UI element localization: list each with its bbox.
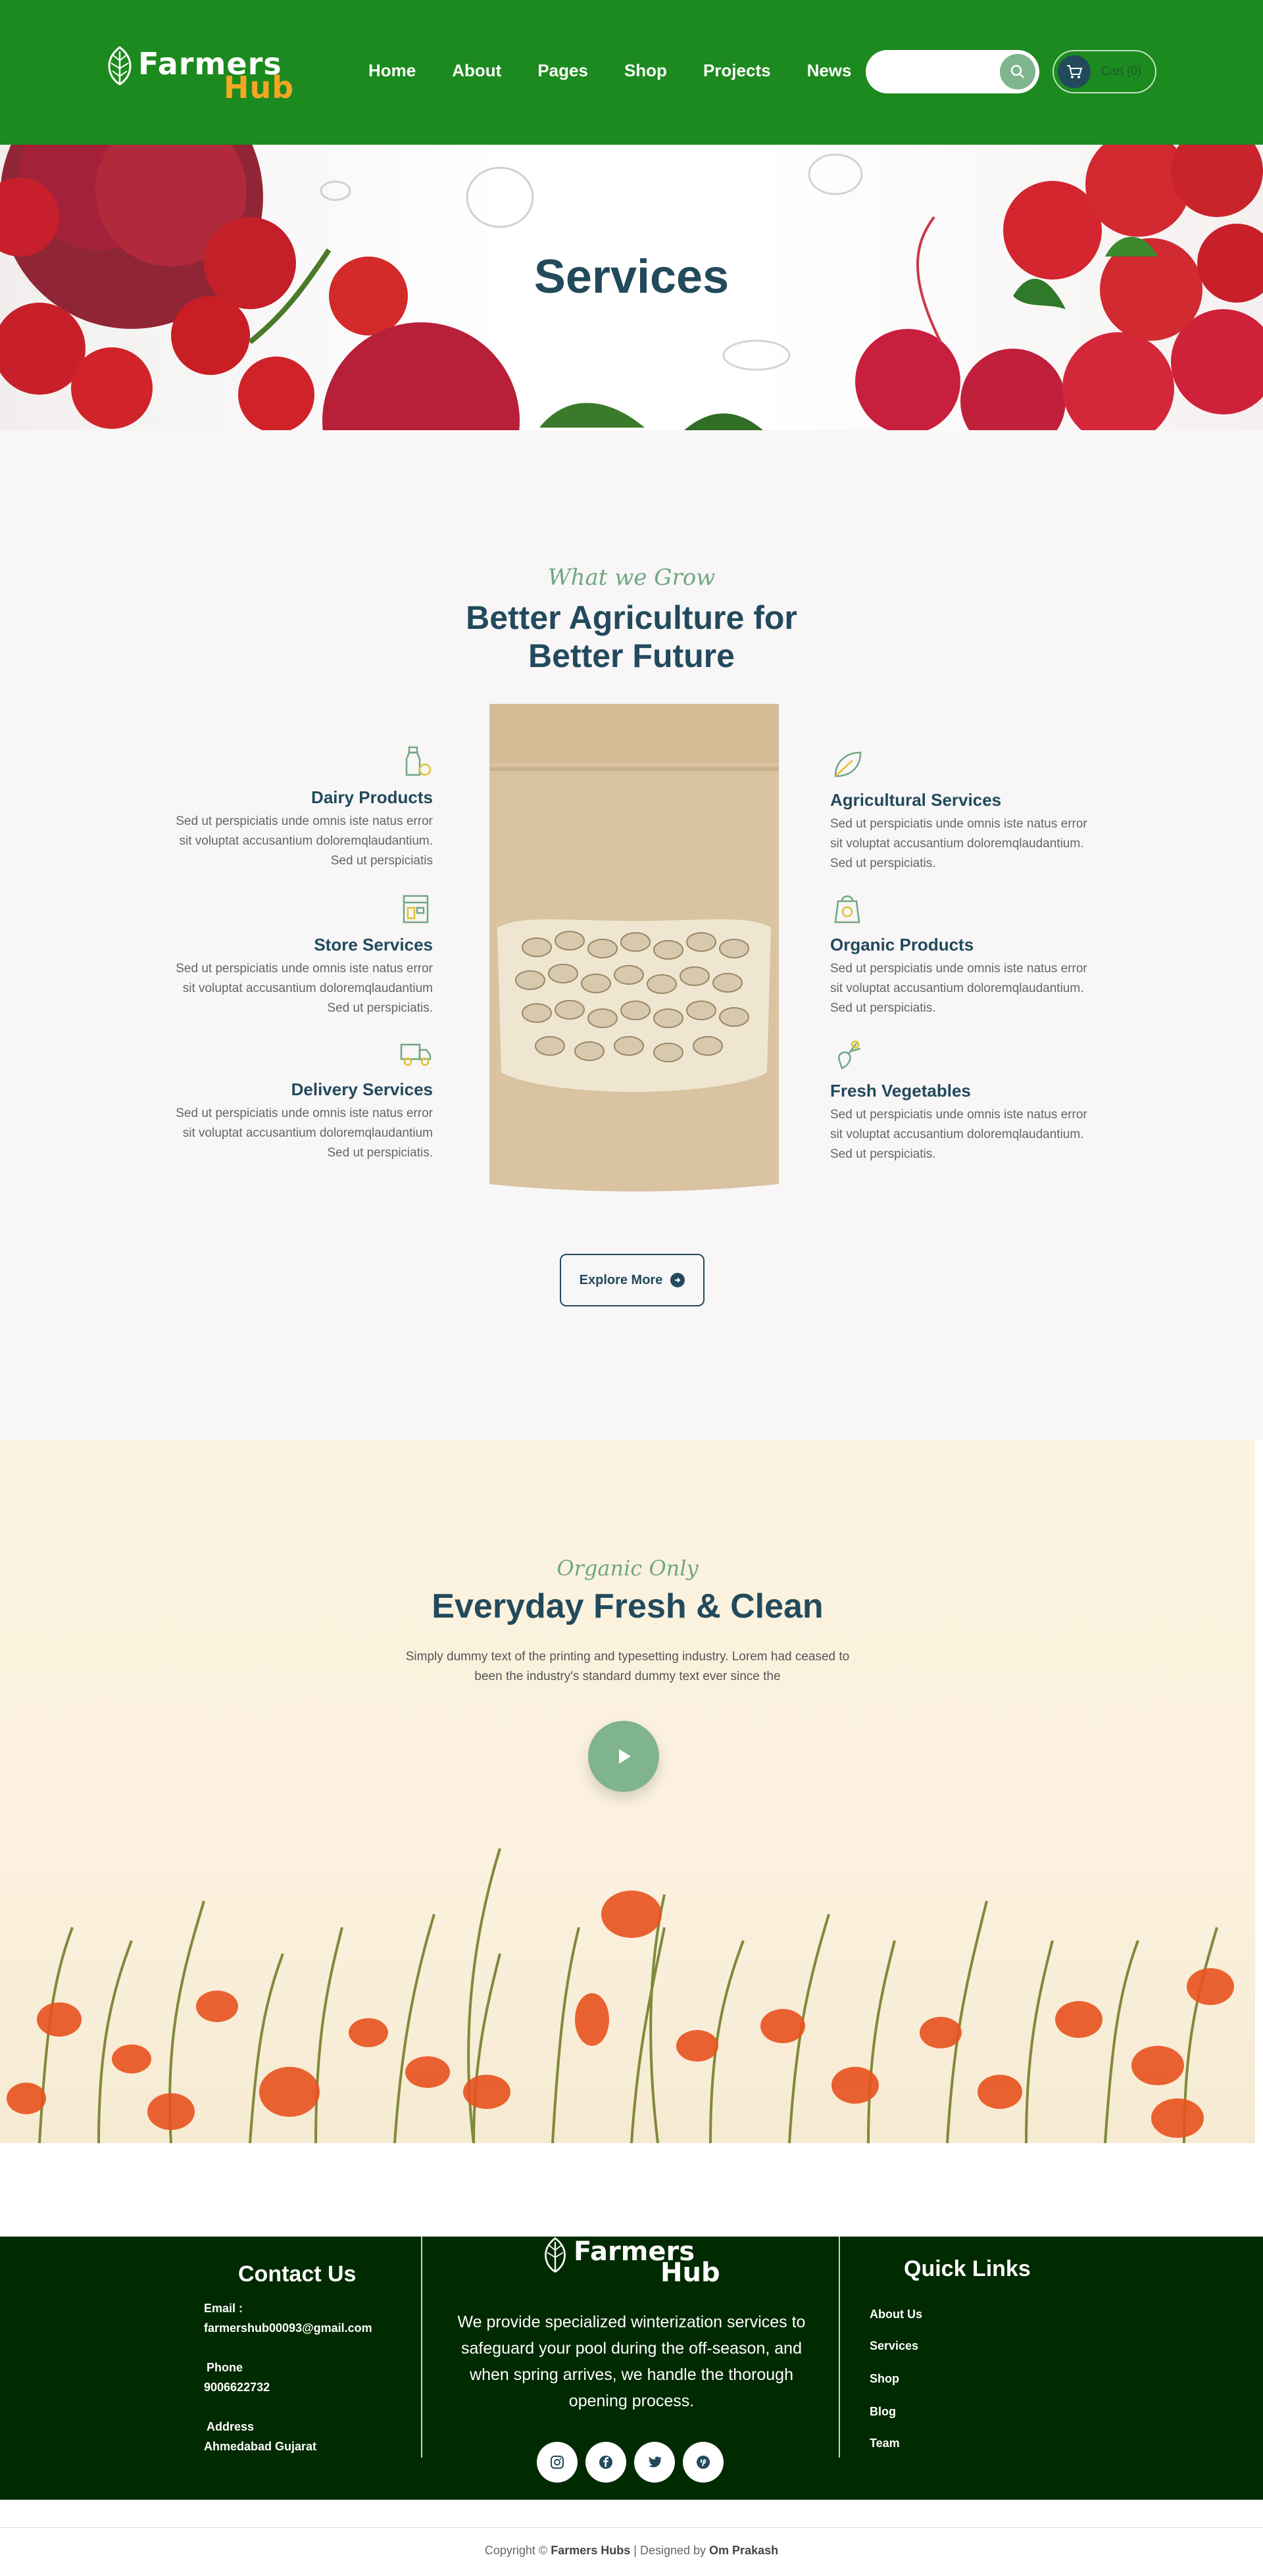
service-title: Store Services: [314, 935, 433, 954]
service-delivery-services[interactable]: Delivery Services Sed ut perspiciatis un…: [170, 1037, 433, 1163]
site-header: Farmers Hub Home About Pages Shop Projec…: [0, 0, 1263, 145]
nav-about[interactable]: About: [452, 61, 501, 81]
service-agricultural-services[interactable]: Agricultural Services Sed ut perspiciati…: [830, 747, 1093, 874]
footer-link-services[interactable]: Services: [870, 2339, 918, 2353]
play-icon: [619, 1749, 631, 1764]
logo-word-hub: Hub: [660, 2258, 720, 2288]
play-video-button[interactable]: [588, 1721, 659, 1792]
nav-pages[interactable]: Pages: [537, 61, 588, 81]
page-hero: Services: [0, 145, 1263, 430]
nav-shop[interactable]: Shop: [624, 61, 667, 81]
copyright-designer[interactable]: Om Prakash: [709, 2544, 778, 2557]
nav-news[interactable]: News: [807, 61, 852, 81]
services-title-line2: Better Future: [528, 637, 735, 674]
organic-description: Simply dummy text of the printing and ty…: [405, 1650, 850, 1683]
cart-button[interactable]: Cart (0): [1052, 50, 1156, 93]
service-organic-products[interactable]: Organic Products Sed ut perspiciatis und…: [830, 892, 1093, 1018]
search-icon: [1010, 64, 1024, 78]
explore-more-button[interactable]: Explore More: [560, 1254, 705, 1306]
logo[interactable]: Farmers Hub: [105, 46, 293, 105]
twitter-icon: [649, 2456, 662, 2467]
services-subtitle: What we Grow: [547, 564, 716, 591]
quick-links-title: Quick Links: [904, 2256, 1031, 2281]
footer-link-blog[interactable]: Blog: [870, 2405, 896, 2419]
nav-projects[interactable]: Projects: [703, 61, 771, 81]
footer-logo[interactable]: Farmers Hub: [542, 2237, 726, 2289]
footer-divider-right: [839, 2237, 840, 2458]
search-button[interactable]: [1000, 54, 1035, 89]
service-desc: Sed ut perspiciatis unde omnis iste natu…: [176, 962, 433, 1015]
service-desc: Sed ut perspiciatis unde omnis iste natu…: [176, 814, 433, 868]
organic-bag-icon: [834, 895, 860, 924]
service-title: Fresh Vegetables: [830, 1081, 971, 1101]
footer-divider-left: [421, 2237, 422, 2458]
service-desc: Sed ut perspiciatis unde omnis iste natu…: [830, 1108, 1087, 1161]
service-title: Agricultural Services: [830, 790, 1002, 810]
leaf-icon: [834, 751, 862, 778]
email-value[interactable]: farmershub00093@gmail.com: [204, 2318, 372, 2338]
main-nav: Home About Pages Shop Projects News: [368, 61, 887, 81]
email-label: Email :: [204, 2302, 243, 2315]
site-footer: Contact Us Email : farmershub00093@gmail…: [0, 2237, 1263, 2500]
address-value: Ahmedabad Gujarat: [204, 2440, 317, 2453]
facebook-icon: [599, 2456, 612, 2469]
copyright-mid: | Designed by: [633, 2544, 706, 2557]
logo-word-hub: Hub: [224, 70, 295, 105]
pinterest-button[interactable]: [683, 2442, 724, 2483]
explore-more-label: Explore More: [579, 1272, 663, 1287]
cart-icon: [1058, 55, 1091, 88]
service-desc: Sed ut perspiciatis unde omnis iste natu…: [830, 817, 1087, 870]
service-desc: Sed ut perspiciatis unde omnis iste natu…: [830, 962, 1087, 1015]
copyright-text: Copyright © Farmers Hubs | Designed by O…: [0, 2544, 1263, 2558]
service-fresh-vegetables[interactable]: Fresh Vegetables Sed ut perspiciatis und…: [830, 1038, 1093, 1164]
instagram-button[interactable]: [537, 2442, 578, 2483]
search-input[interactable]: [866, 50, 1039, 93]
radish-icon: [837, 1040, 861, 1070]
address-label: Address: [207, 2420, 255, 2433]
leaf-logo-icon: [545, 2237, 566, 2273]
service-title: Delivery Services: [291, 1079, 433, 1099]
service-title: Dairy Products: [311, 787, 433, 807]
organic-section: Organic Only Everyday Fresh & Clean Simp…: [0, 1441, 1255, 2143]
copyright-prefix: Copyright ©: [484, 2544, 548, 2557]
cart-label: Cart (0): [1101, 64, 1142, 78]
copyright-bar: Copyright © Farmers Hubs | Designed by O…: [0, 2527, 1263, 2576]
service-desc: Sed ut perspiciatis unde omnis iste natu…: [176, 1106, 433, 1160]
arrow-right-icon: [670, 1273, 685, 1287]
organic-title: Everyday Fresh & Clean: [432, 1587, 824, 1625]
facebook-button[interactable]: [585, 2442, 626, 2483]
product-bag-image: [489, 704, 779, 1192]
contact-title: Contact Us: [238, 2262, 357, 2287]
instagram-icon: [551, 2456, 564, 2469]
service-title: Organic Products: [830, 935, 974, 954]
services-title-line1: Better Agriculture for: [466, 599, 797, 636]
pinterest-icon: [697, 2456, 710, 2469]
delivery-truck-icon: [400, 1043, 432, 1066]
phone-value[interactable]: 9006622732: [204, 2377, 270, 2397]
twitter-button[interactable]: [634, 2442, 675, 2483]
service-store-services[interactable]: Store Services Sed ut perspiciatis unde …: [170, 892, 433, 1018]
nav-home[interactable]: Home: [368, 61, 416, 81]
organic-subtitle: Organic Only: [557, 1556, 699, 1581]
footer-about-text: We provide specialized winterization ser…: [457, 2313, 806, 2410]
footer-link-shop[interactable]: Shop: [870, 2372, 899, 2386]
service-dairy-products[interactable]: Dairy Products Sed ut perspiciatis unde …: [170, 745, 433, 871]
leaf-logo-icon: [108, 46, 132, 86]
phone-label: Phone: [207, 2361, 243, 2374]
footer-link-about[interactable]: About Us: [870, 2308, 922, 2321]
poppy-field-image: [7, 1848, 1234, 2143]
milk-bottle-icon: [405, 746, 432, 776]
footer-link-team[interactable]: Team: [870, 2437, 900, 2450]
page-title: Services: [533, 251, 730, 303]
store-icon: [403, 895, 429, 924]
copyright-brand[interactable]: Farmers Hubs: [551, 2544, 630, 2557]
